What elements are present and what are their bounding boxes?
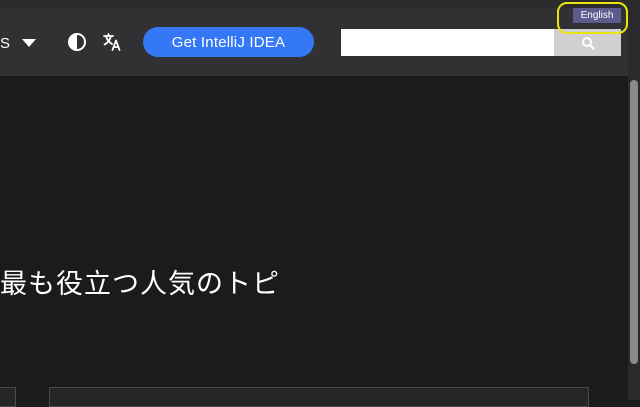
cta-label: Get IntelliJ IDEA xyxy=(171,33,286,51)
hero-heading: 最も役立つ人気のトピ xyxy=(0,269,280,299)
topic-card[interactable] xyxy=(49,387,589,407)
theme-toggle-button[interactable] xyxy=(66,31,88,53)
site-header: S Get IntelliJ IDEA xyxy=(0,8,628,76)
search-input[interactable] xyxy=(341,29,554,56)
translate-icon xyxy=(103,33,121,51)
nav-menu-dropdown[interactable]: S xyxy=(0,34,37,52)
search-icon xyxy=(581,36,595,50)
topic-card[interactable] xyxy=(0,387,16,407)
get-intellij-idea-button[interactable]: Get IntelliJ IDEA xyxy=(143,27,314,57)
highlight-annotation xyxy=(557,2,628,34)
vertical-scrollbar[interactable] xyxy=(628,8,640,400)
nav-menu-label: S xyxy=(0,34,11,52)
browser-top-strip xyxy=(0,0,640,8)
scrollbar-thumb[interactable] xyxy=(630,80,638,364)
chevron-down-icon xyxy=(22,39,37,47)
language-switcher-button[interactable] xyxy=(101,31,123,53)
contrast-icon xyxy=(68,33,86,51)
